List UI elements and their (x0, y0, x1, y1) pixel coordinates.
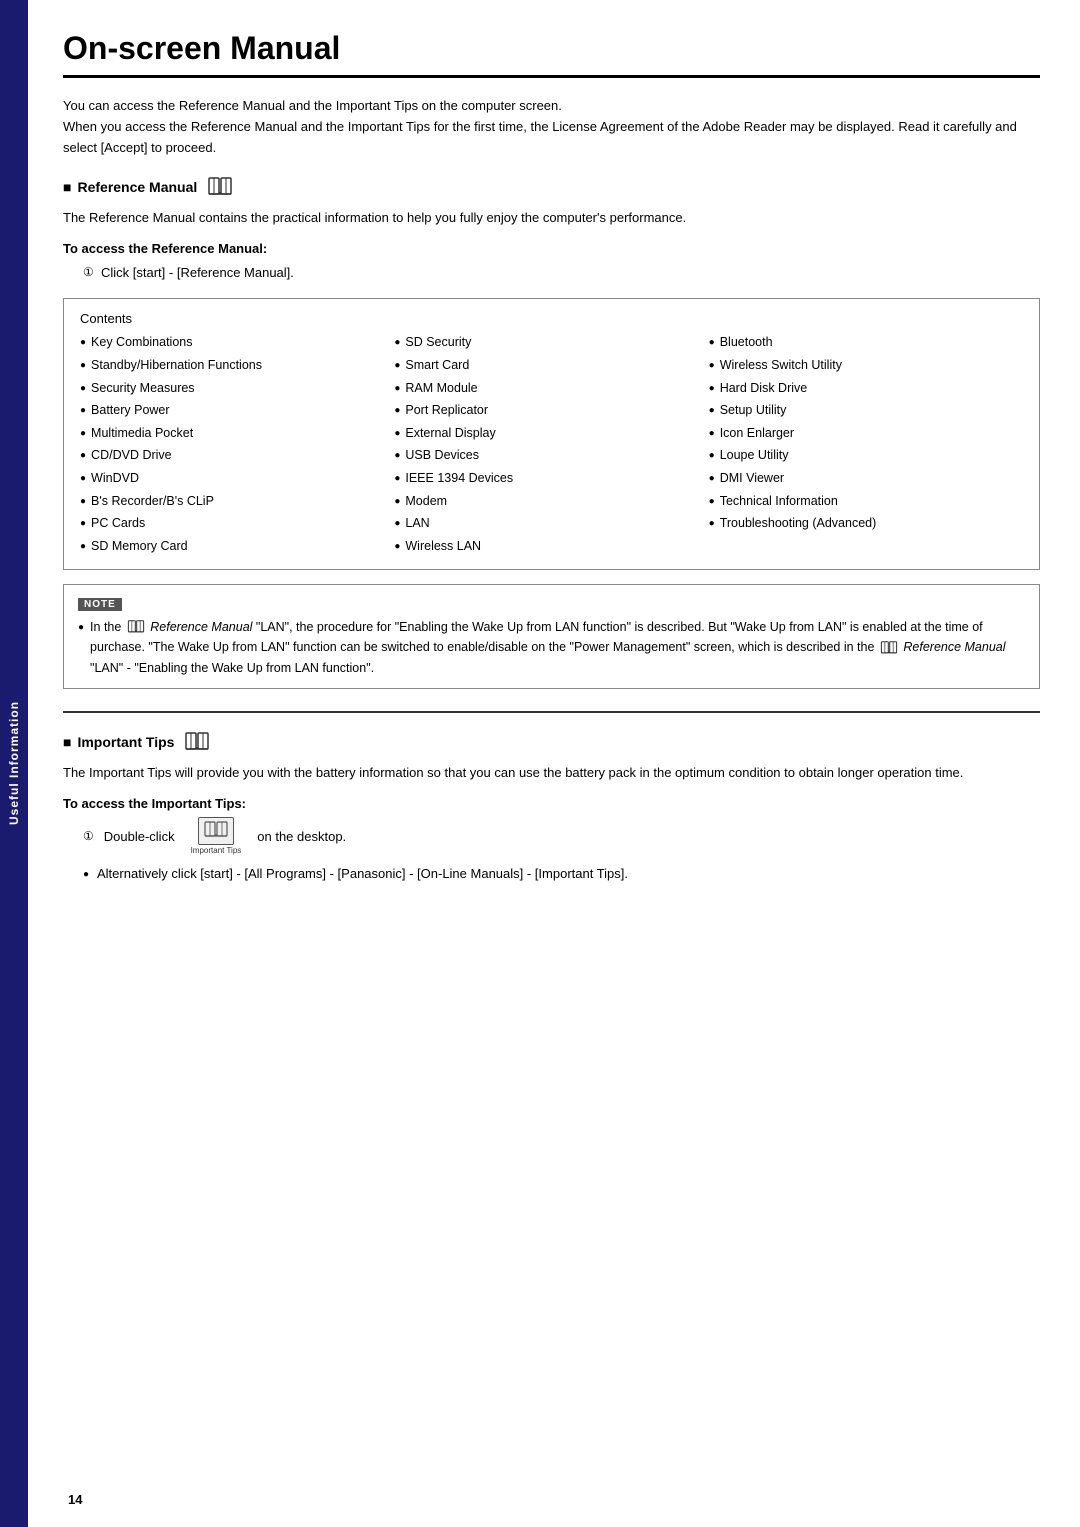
important-tips-access-heading: To access the Important Tips: (63, 796, 1040, 811)
intro-line-2: When you access the Reference Manual and… (63, 117, 1040, 159)
list-item: RAM Module (394, 378, 708, 399)
sidebar: Useful Information (0, 0, 28, 1527)
list-item: CD/DVD Drive (80, 445, 394, 466)
page-title: On-screen Manual (63, 30, 1040, 78)
list-item: Hard Disk Drive (709, 378, 1023, 399)
important-tips-step: ① Double-click Important Tips on the des… (83, 817, 1040, 855)
reference-manual-access-heading: To access the Reference Manual: (63, 241, 1040, 256)
list-item: Technical Information (709, 491, 1023, 512)
list-item: SD Security (394, 332, 708, 353)
contents-grid: Key CombinationsStandby/Hibernation Func… (80, 332, 1023, 556)
list-item: Multimedia Pocket (80, 423, 394, 444)
note-book-icon-2 (880, 640, 898, 656)
section-divider (63, 711, 1040, 713)
main-content: On-screen Manual You can access the Refe… (28, 0, 1080, 1527)
reference-manual-heading: Reference Manual (63, 176, 1040, 198)
important-tips-icon (184, 731, 210, 753)
list-item: Wireless LAN (394, 536, 708, 557)
reference-manual-step-1: Click [start] - [Reference Manual]. (83, 262, 1040, 284)
note-box: NOTE In the Reference Manual "LAN", the … (63, 584, 1040, 690)
contents-col-2: SD SecuritySmart CardRAM ModulePort Repl… (394, 332, 708, 556)
list-item: Setup Utility (709, 400, 1023, 421)
list-item: Smart Card (394, 355, 708, 376)
desktop-icon-image (198, 817, 234, 845)
list-item: Modem (394, 491, 708, 512)
contents-col-1: Key CombinationsStandby/Hibernation Func… (80, 332, 394, 556)
list-item: Loupe Utility (709, 445, 1023, 466)
note-book-icon (127, 619, 145, 635)
list-item: Key Combinations (80, 332, 394, 353)
list-item: IEEE 1394 Devices (394, 468, 708, 489)
important-tips-desc: The Important Tips will provide you with… (63, 763, 1040, 784)
note-text: In the Reference Manual "LAN", the proce… (90, 617, 1025, 679)
intro-text: You can access the Reference Manual and … (63, 96, 1040, 158)
list-item: SD Memory Card (80, 536, 394, 557)
intro-line-1: You can access the Reference Manual and … (63, 96, 1040, 117)
list-item: Standby/Hibernation Functions (80, 355, 394, 376)
list-item: Icon Enlarger (709, 423, 1023, 444)
important-tips-heading: Important Tips (63, 731, 1040, 753)
list-item: Port Replicator (394, 400, 708, 421)
sidebar-label: Useful Information (7, 701, 21, 825)
important-tips-desktop-icon: Important Tips (191, 817, 242, 855)
note-item: In the Reference Manual "LAN", the proce… (78, 617, 1025, 679)
step-number: ① (83, 829, 94, 843)
list-item: External Display (394, 423, 708, 444)
important-tips-bullet-1: Alternatively click [start] - [All Progr… (83, 863, 1040, 885)
desktop-icon-svg (204, 821, 228, 841)
list-item: PC Cards (80, 513, 394, 534)
contents-title: Contents (80, 311, 1023, 326)
list-item: USB Devices (394, 445, 708, 466)
list-item: Security Measures (80, 378, 394, 399)
important-tips-bullets: Alternatively click [start] - [All Progr… (83, 863, 1040, 885)
step-suffix: on the desktop. (257, 829, 346, 844)
contents-box: Contents Key CombinationsStandby/Hiberna… (63, 298, 1040, 569)
reference-manual-steps: Click [start] - [Reference Manual]. (83, 262, 1040, 284)
desktop-icon-label: Important Tips (191, 846, 242, 855)
list-item: LAN (394, 513, 708, 534)
page-number: 14 (68, 1492, 82, 1507)
list-item: WinDVD (80, 468, 394, 489)
list-item: Wireless Switch Utility (709, 355, 1023, 376)
list-item: Battery Power (80, 400, 394, 421)
list-item: DMI Viewer (709, 468, 1023, 489)
double-click-text: Double-click (104, 829, 175, 844)
note-label: NOTE (78, 598, 122, 611)
reference-manual-icon (207, 176, 233, 198)
list-item: Bluetooth (709, 332, 1023, 353)
reference-manual-desc: The Reference Manual contains the practi… (63, 208, 1040, 229)
list-item: Troubleshooting (Advanced) (709, 513, 1023, 534)
list-item: B's Recorder/B's CLiP (80, 491, 394, 512)
contents-col-3: BluetoothWireless Switch UtilityHard Dis… (709, 332, 1023, 556)
